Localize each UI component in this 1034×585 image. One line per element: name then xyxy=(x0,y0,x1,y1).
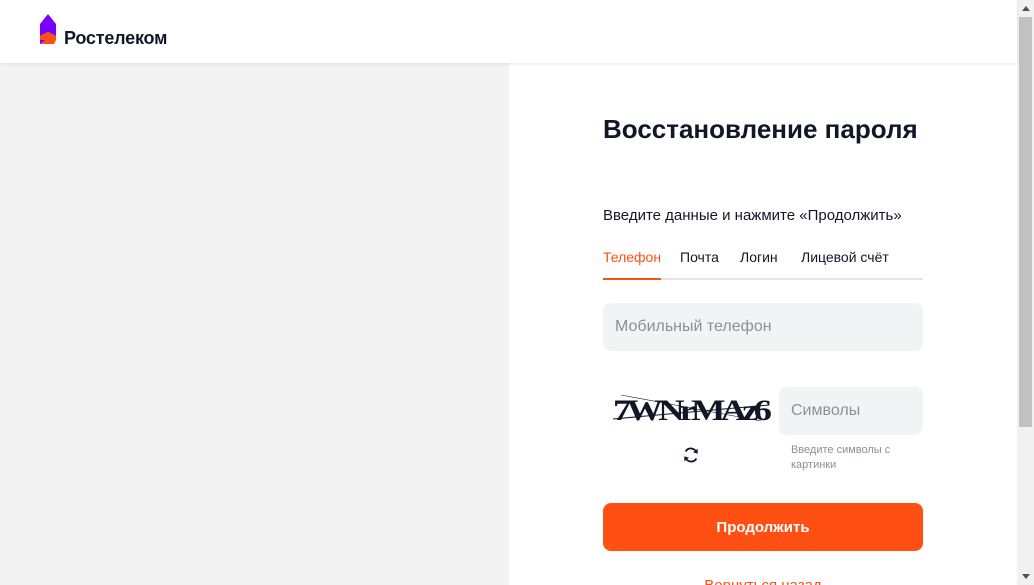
rostelecom-logo-icon xyxy=(40,14,56,44)
tab-account[interactable]: Лицевой счёт xyxy=(801,249,889,278)
captcha-hint: Введите символы с картинки xyxy=(791,444,891,471)
tab-email[interactable]: Почта xyxy=(680,249,719,278)
captcha-input[interactable] xyxy=(779,387,923,435)
form-subtitle: Введите данные и нажмите «Продолжить» xyxy=(603,207,902,224)
logo[interactable]: Ростелеком xyxy=(40,14,167,50)
page: Ростелеком Восстановление пароля Введите… xyxy=(0,0,1034,585)
back-link[interactable]: Вернуться назад xyxy=(603,577,923,585)
scroll-thumb[interactable] xyxy=(1019,17,1032,427)
scroll-down-button[interactable] xyxy=(1017,568,1034,585)
logo-text: Ростелеком xyxy=(64,27,168,48)
recovery-tabs: Телефон Почта Логин Лицевой счёт xyxy=(603,249,923,280)
arrow-down-icon xyxy=(1021,574,1030,579)
tab-login[interactable]: Логин xyxy=(740,249,778,278)
refresh-icon[interactable] xyxy=(681,445,701,465)
continue-button[interactable]: Продолжить xyxy=(603,503,923,551)
page-title: Восстановление пароля xyxy=(603,114,918,144)
left-panel xyxy=(0,63,509,585)
arrow-up-icon xyxy=(1021,6,1030,11)
captcha-image: 7WNrMAz6 xyxy=(612,394,771,427)
scroll-up-button[interactable] xyxy=(1017,0,1034,17)
captcha-text: 7WNrMAz6 xyxy=(613,394,771,427)
header: Ростелеком xyxy=(0,0,1017,63)
tab-phone[interactable]: Телефон xyxy=(603,249,662,280)
scrollbar[interactable] xyxy=(1017,0,1034,585)
phone-input[interactable] xyxy=(603,303,923,351)
